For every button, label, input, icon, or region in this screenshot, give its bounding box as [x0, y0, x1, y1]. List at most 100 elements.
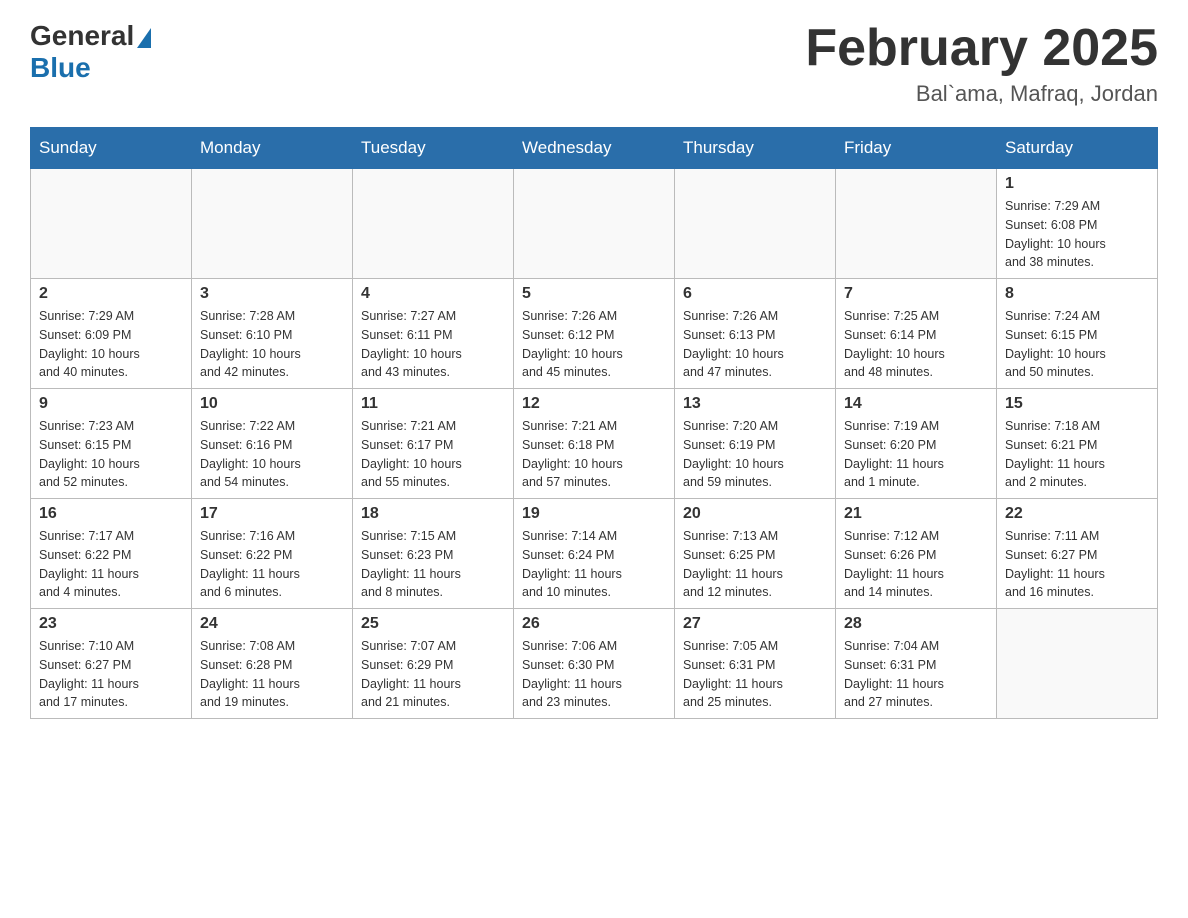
- day-number: 23: [39, 615, 183, 633]
- day-info: Sunrise: 7:28 AMSunset: 6:10 PMDaylight:…: [200, 307, 344, 382]
- day-info: Sunrise: 7:29 AMSunset: 6:08 PMDaylight:…: [1005, 197, 1149, 272]
- day-number: 24: [200, 615, 344, 633]
- title-section: February 2025 Bal`ama, Mafraq, Jordan: [805, 20, 1158, 107]
- month-title: February 2025: [805, 20, 1158, 77]
- calendar-cell: 24 Sunrise: 7:08 AMSunset: 6:28 PMDayligh…: [192, 609, 353, 719]
- calendar-cell: 18 Sunrise: 7:15 AMSunset: 6:23 PMDayligh…: [353, 499, 514, 609]
- calendar-week-row: 23 Sunrise: 7:10 AMSunset: 6:27 PMDayligh…: [31, 609, 1158, 719]
- day-info: Sunrise: 7:26 AMSunset: 6:13 PMDaylight:…: [683, 307, 827, 382]
- calendar-cell: 26 Sunrise: 7:06 AMSunset: 6:30 PMDayligh…: [514, 609, 675, 719]
- day-number: 19: [522, 505, 666, 523]
- weekday-header-wednesday: Wednesday: [514, 128, 675, 169]
- calendar-week-row: 9Sunrise: 7:23 AMSunset: 6:15 PMDaylight…: [31, 389, 1158, 499]
- day-number: 6: [683, 285, 827, 303]
- day-number: 12: [522, 395, 666, 413]
- calendar-cell: 1 Sunrise: 7:29 AMSunset: 6:08 PMDaylight…: [997, 169, 1158, 279]
- calendar-cell: 10 Sunrise: 7:22 AMSunset: 6:16 PMDayligh…: [192, 389, 353, 499]
- day-info: Sunrise: 7:15 AMSunset: 6:23 PMDaylight:…: [361, 527, 505, 602]
- calendar-week-row: 16 Sunrise: 7:17 AMSunset: 6:22 PMDayligh…: [31, 499, 1158, 609]
- day-number: 18: [361, 505, 505, 523]
- calendar-cell: 22 Sunrise: 7:11 AMSunset: 6:27 PMDayligh…: [997, 499, 1158, 609]
- calendar-cell: 8 Sunrise: 7:24 AMSunset: 6:15 PMDaylight…: [997, 279, 1158, 389]
- logo-general-text: General: [30, 20, 134, 52]
- location-title: Bal`ama, Mafraq, Jordan: [805, 81, 1158, 107]
- day-number: 15: [1005, 395, 1149, 413]
- logo: General Blue: [30, 20, 151, 84]
- day-number: 4: [361, 285, 505, 303]
- calendar-cell: 23 Sunrise: 7:10 AMSunset: 6:27 PMDayligh…: [31, 609, 192, 719]
- weekday-header-thursday: Thursday: [675, 128, 836, 169]
- calendar-cell: 3 Sunrise: 7:28 AMSunset: 6:10 PMDaylight…: [192, 279, 353, 389]
- day-info: Sunrise: 7:10 AMSunset: 6:27 PMDaylight:…: [39, 637, 183, 712]
- weekday-header-saturday: Saturday: [997, 128, 1158, 169]
- calendar-cell: 21 Sunrise: 7:12 AMSunset: 6:26 PMDayligh…: [836, 499, 997, 609]
- day-info: Sunrise: 7:21 AMSunset: 6:18 PMDaylight:…: [522, 417, 666, 492]
- calendar-cell: 19 Sunrise: 7:14 AMSunset: 6:24 PMDayligh…: [514, 499, 675, 609]
- calendar-cell: 4 Sunrise: 7:27 AMSunset: 6:11 PMDaylight…: [353, 279, 514, 389]
- day-info: Sunrise: 7:07 AMSunset: 6:29 PMDaylight:…: [361, 637, 505, 712]
- calendar-cell: [997, 609, 1158, 719]
- day-number: 22: [1005, 505, 1149, 523]
- day-info: Sunrise: 7:19 AMSunset: 6:20 PMDaylight:…: [844, 417, 988, 492]
- day-info: Sunrise: 7:24 AMSunset: 6:15 PMDaylight:…: [1005, 307, 1149, 382]
- calendar-cell: 27 Sunrise: 7:05 AMSunset: 6:31 PMDayligh…: [675, 609, 836, 719]
- weekday-header-sunday: Sunday: [31, 128, 192, 169]
- day-number: 10: [200, 395, 344, 413]
- day-info: Sunrise: 7:06 AMSunset: 6:30 PMDaylight:…: [522, 637, 666, 712]
- day-number: 3: [200, 285, 344, 303]
- day-info: Sunrise: 7:17 AMSunset: 6:22 PMDaylight:…: [39, 527, 183, 602]
- calendar-week-row: 1 Sunrise: 7:29 AMSunset: 6:08 PMDaylight…: [31, 169, 1158, 279]
- day-number: 17: [200, 505, 344, 523]
- day-number: 14: [844, 395, 988, 413]
- weekday-header-monday: Monday: [192, 128, 353, 169]
- day-info: Sunrise: 7:29 AMSunset: 6:09 PMDaylight:…: [39, 307, 183, 382]
- day-info: Sunrise: 7:23 AMSunset: 6:15 PMDaylight:…: [39, 417, 183, 492]
- day-info: Sunrise: 7:26 AMSunset: 6:12 PMDaylight:…: [522, 307, 666, 382]
- calendar-cell: 17 Sunrise: 7:16 AMSunset: 6:22 PMDayligh…: [192, 499, 353, 609]
- calendar-cell: 6 Sunrise: 7:26 AMSunset: 6:13 PMDaylight…: [675, 279, 836, 389]
- weekday-header-row: SundayMondayTuesdayWednesdayThursdayFrid…: [31, 128, 1158, 169]
- day-number: 28: [844, 615, 988, 633]
- day-info: Sunrise: 7:08 AMSunset: 6:28 PMDaylight:…: [200, 637, 344, 712]
- calendar-cell: [31, 169, 192, 279]
- day-info: Sunrise: 7:05 AMSunset: 6:31 PMDaylight:…: [683, 637, 827, 712]
- day-number: 20: [683, 505, 827, 523]
- calendar-cell: 25Sunrise: 7:07 AMSunset: 6:29 PMDayligh…: [353, 609, 514, 719]
- calendar-cell: 28 Sunrise: 7:04 AMSunset: 6:31 PMDayligh…: [836, 609, 997, 719]
- day-number: 13: [683, 395, 827, 413]
- weekday-header-tuesday: Tuesday: [353, 128, 514, 169]
- calendar-cell: [836, 169, 997, 279]
- calendar-cell: 15Sunrise: 7:18 AMSunset: 6:21 PMDayligh…: [997, 389, 1158, 499]
- calendar-table: SundayMondayTuesdayWednesdayThursdayFrid…: [30, 127, 1158, 719]
- day-info: Sunrise: 7:13 AMSunset: 6:25 PMDaylight:…: [683, 527, 827, 602]
- day-number: 16: [39, 505, 183, 523]
- day-number: 11: [361, 395, 505, 413]
- calendar-week-row: 2 Sunrise: 7:29 AMSunset: 6:09 PMDaylight…: [31, 279, 1158, 389]
- day-info: Sunrise: 7:14 AMSunset: 6:24 PMDaylight:…: [522, 527, 666, 602]
- weekday-header-friday: Friday: [836, 128, 997, 169]
- day-number: 8: [1005, 285, 1149, 303]
- day-info: Sunrise: 7:22 AMSunset: 6:16 PMDaylight:…: [200, 417, 344, 492]
- day-info: Sunrise: 7:16 AMSunset: 6:22 PMDaylight:…: [200, 527, 344, 602]
- calendar-cell: 14 Sunrise: 7:19 AMSunset: 6:20 PMDayligh…: [836, 389, 997, 499]
- day-number: 27: [683, 615, 827, 633]
- day-info: Sunrise: 7:12 AMSunset: 6:26 PMDaylight:…: [844, 527, 988, 602]
- day-info: Sunrise: 7:11 AMSunset: 6:27 PMDaylight:…: [1005, 527, 1149, 602]
- calendar-cell: 2 Sunrise: 7:29 AMSunset: 6:09 PMDaylight…: [31, 279, 192, 389]
- calendar-cell: 11Sunrise: 7:21 AMSunset: 6:17 PMDayligh…: [353, 389, 514, 499]
- calendar-cell: 12 Sunrise: 7:21 AMSunset: 6:18 PMDayligh…: [514, 389, 675, 499]
- day-number: 1: [1005, 175, 1149, 193]
- day-number: 5: [522, 285, 666, 303]
- calendar-cell: 20 Sunrise: 7:13 AMSunset: 6:25 PMDayligh…: [675, 499, 836, 609]
- calendar-cell: [514, 169, 675, 279]
- day-info: Sunrise: 7:04 AMSunset: 6:31 PMDaylight:…: [844, 637, 988, 712]
- page-header: General Blue February 2025 Bal`ama, Mafr…: [30, 20, 1158, 107]
- calendar-cell: [675, 169, 836, 279]
- day-number: 2: [39, 285, 183, 303]
- day-number: 21: [844, 505, 988, 523]
- day-number: 26: [522, 615, 666, 633]
- day-info: Sunrise: 7:20 AMSunset: 6:19 PMDaylight:…: [683, 417, 827, 492]
- calendar-cell: 16 Sunrise: 7:17 AMSunset: 6:22 PMDayligh…: [31, 499, 192, 609]
- day-info: Sunrise: 7:27 AMSunset: 6:11 PMDaylight:…: [361, 307, 505, 382]
- day-number: 7: [844, 285, 988, 303]
